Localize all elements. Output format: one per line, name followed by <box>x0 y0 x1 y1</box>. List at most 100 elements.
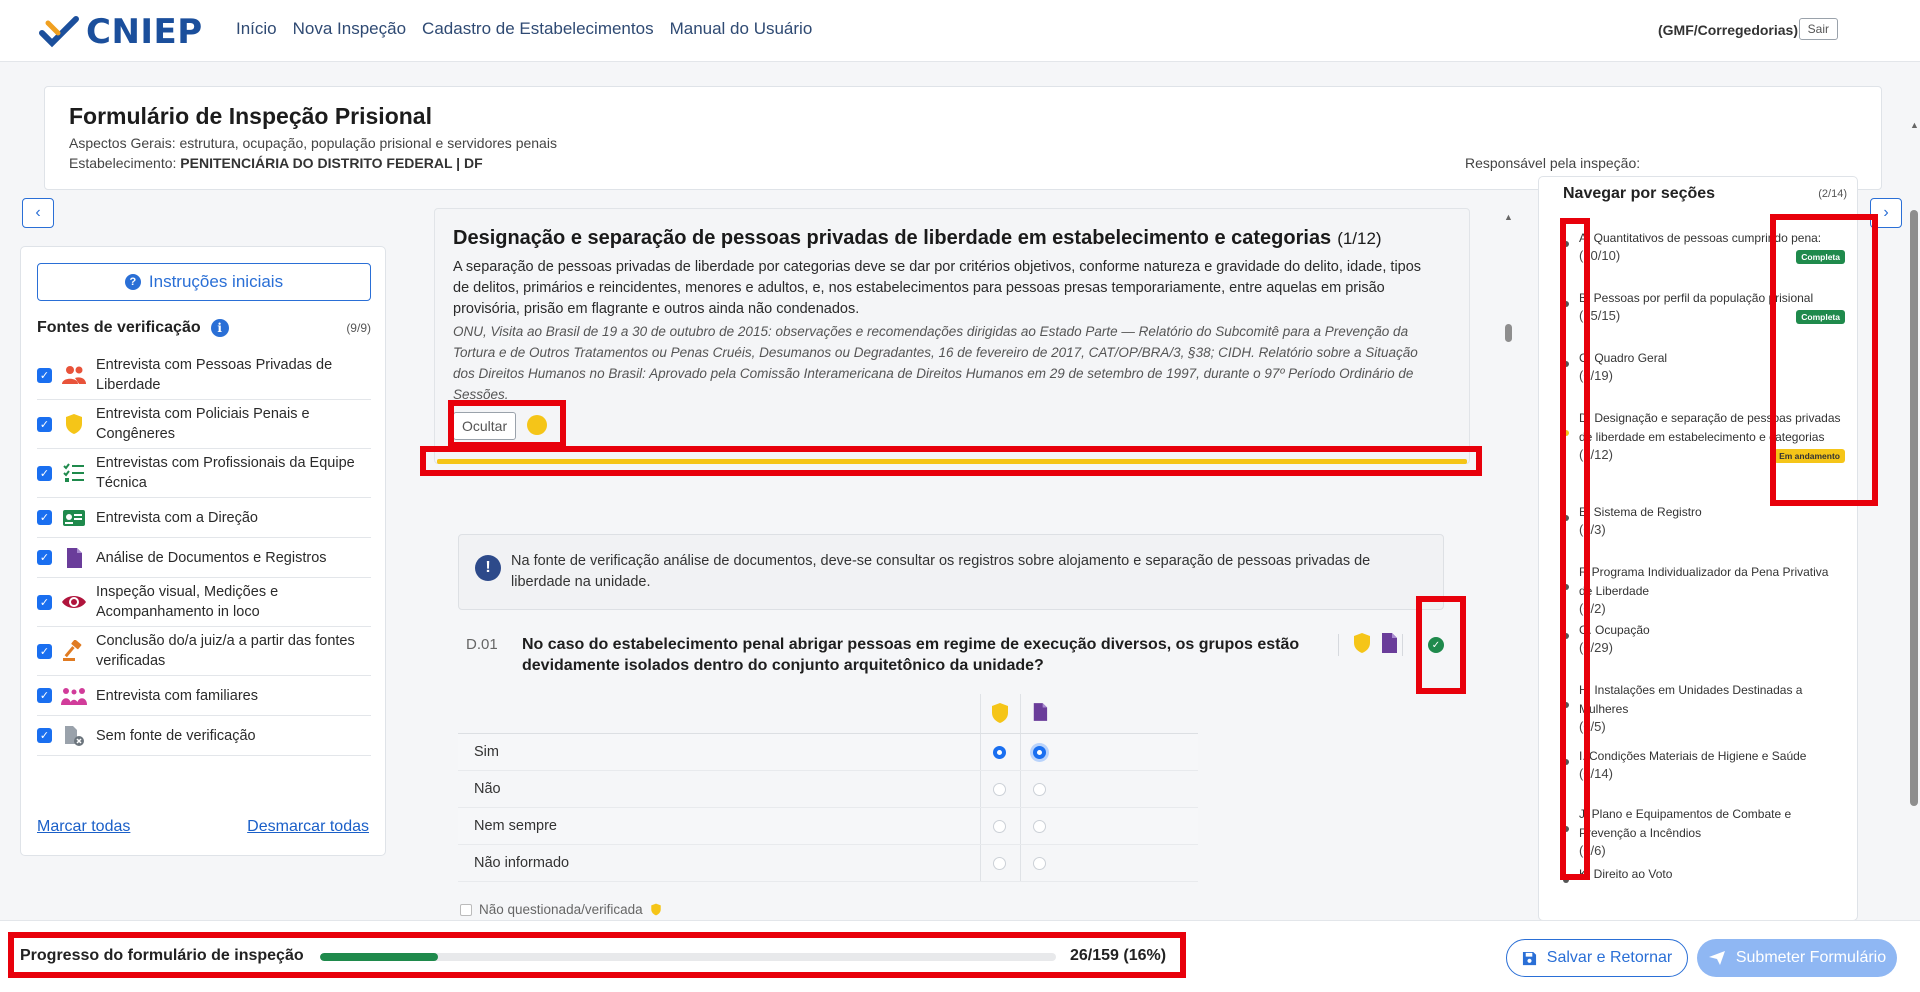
logo-check-icon <box>39 16 79 48</box>
section-nav-name: G. Ocupação <box>1579 623 1650 637</box>
page-title: Formulário de Inspeção Prisional <box>69 103 432 129</box>
source-item[interactable]: ✓ Entrevistas com Profissionais da Equip… <box>37 449 371 498</box>
not-questioned-option[interactable]: Não questionada/verificada <box>460 902 662 917</box>
source-item[interactable]: ✓ Entrevista com Policiais Penais e Cong… <box>37 400 371 449</box>
source-checkbox[interactable]: ✓ <box>37 416 52 432</box>
section-status-dot <box>1563 241 1569 247</box>
sources-list: ✓ Entrevista com Pessoas Privadas de Lib… <box>37 351 371 756</box>
select-all-link[interactable]: Marcar todas <box>37 818 130 836</box>
deselect-all-link[interactable]: Desmarcar todas <box>247 818 369 836</box>
main-nav: Início Nova Inspeção Cadastro de Estabel… <box>236 19 812 39</box>
section-status-dot <box>1563 361 1569 367</box>
responsible-label: Responsável pela inspeção: <box>1465 155 1641 171</box>
hide-button[interactable]: Ocultar <box>453 412 517 440</box>
source-item[interactable]: ✓ Entrevista com a Direção <box>37 498 371 538</box>
not-questioned-label: Não questionada/verificada <box>479 902 643 917</box>
page-scrollbar-thumb[interactable] <box>1910 210 1918 806</box>
section-nav-count: (0/29) <box>1579 640 1613 655</box>
sources-header: Fontes de verificação i (9/9) <box>37 319 371 337</box>
main-scrollbar-thumb[interactable] <box>1505 324 1512 342</box>
radio-shield-source[interactable] <box>993 820 1006 833</box>
section-nav-name: H. Instalações em Unidades Destinadas a … <box>1579 683 1803 716</box>
radio-shield-source[interactable] <box>993 783 1006 796</box>
save-label: Salvar e Retornar <box>1546 949 1673 966</box>
radio-shield-source[interactable] <box>993 857 1006 870</box>
source-checkbox[interactable]: ✓ <box>37 550 52 565</box>
prev-section-button[interactable]: ‹ <box>22 198 54 228</box>
source-checkbox[interactable]: ✓ <box>37 367 52 383</box>
not-questioned-checkbox[interactable] <box>460 903 472 916</box>
status-badge: Em andamento <box>1774 449 1845 463</box>
source-label: Entrevista com familiares <box>96 687 258 704</box>
save-return-button[interactable]: Salvar e Retornar <box>1506 939 1688 977</box>
section-nav-count: (0/2) <box>1579 601 1606 616</box>
section-title: Designação e separação de pessoas privad… <box>453 227 1382 250</box>
submit-form-button[interactable]: Submeter Formulário <box>1697 939 1897 977</box>
section-status-dot <box>1563 430 1569 436</box>
source-checkbox[interactable]: ✓ <box>37 594 52 610</box>
radio-document-source[interactable] <box>1033 783 1046 796</box>
section-nav-count: (0/19) <box>1579 368 1613 383</box>
section-nav-name: I. Condições Materiais de Higiene e Saúd… <box>1579 749 1807 763</box>
sections-nav-count: (2/14) <box>1818 188 1847 200</box>
divider <box>1338 634 1339 656</box>
answered-check-icon: ✓ <box>1428 637 1444 653</box>
shield-icon <box>650 903 661 916</box>
nav-nova-inspecao[interactable]: Nova Inspeção <box>293 19 406 39</box>
exclamation-icon: ! <box>475 555 501 581</box>
source-checkbox[interactable]: ✓ <box>37 643 52 659</box>
logout-button[interactable]: Sair <box>1798 18 1838 40</box>
radio-shield-source[interactable] <box>993 746 1006 759</box>
source-item[interactable]: ✓ Conclusão do/a juiz/a a partir das fon… <box>37 627 371 676</box>
source-label: Análise de Documentos e Registros <box>96 549 327 566</box>
gavel-icon <box>60 639 88 663</box>
source-item[interactable]: ✓ Inspeção visual, Medições e Acompanham… <box>37 578 371 627</box>
document-icon <box>60 546 88 570</box>
section-title-text: Designação e separação de pessoas privad… <box>453 227 1332 249</box>
answer-table-header <box>458 694 1198 734</box>
answer-label: Não <box>474 781 501 797</box>
source-checkbox[interactable]: ✓ <box>37 688 52 703</box>
question-text: No caso do estabelecimento penal abrigar… <box>522 636 1300 674</box>
status-badge: Completa <box>1796 310 1845 324</box>
scroll-up-arrow[interactable]: ▲ <box>1910 120 1919 130</box>
answer-label: Nem sempre <box>474 818 557 834</box>
sections-navigator: Navegar por seções (2/14) A. Quantitativ… <box>1538 176 1858 921</box>
progress-text: 26/159 (16%) <box>1070 947 1167 964</box>
scroll-up-arrow[interactable]: ▲ <box>1504 212 1513 222</box>
next-section-button[interactable]: › <box>1870 198 1902 228</box>
left-sidebar: ? Instruções iniciais Fontes de verifica… <box>20 246 386 856</box>
source-item[interactable]: ✓ Análise de Documentos e Registros <box>37 538 371 578</box>
source-checkbox[interactable]: ✓ <box>37 510 52 525</box>
nav-inicio[interactable]: Início <box>236 19 277 39</box>
question-circle-icon: ? <box>124 274 141 290</box>
section-nav-count: (15/15) <box>1579 308 1621 323</box>
section-nav-name: B. Pessoas por perfil da população prisi… <box>1579 291 1814 305</box>
document-icon <box>1033 703 1048 721</box>
source-item[interactable]: ✓ Sem fonte de verificação <box>37 716 371 756</box>
radio-document-source[interactable] <box>1033 746 1046 759</box>
establishment-label: Estabelecimento: <box>69 155 177 171</box>
nav-cadastro[interactable]: Cadastro de Estabelecimentos <box>422 19 654 39</box>
nav-manual[interactable]: Manual do Usuário <box>670 19 813 39</box>
source-checkbox[interactable]: ✓ <box>37 728 52 743</box>
section-nav-count: (10/10) <box>1579 248 1621 263</box>
section-status-dot <box>1563 702 1569 708</box>
source-item[interactable]: ✓ Entrevista com familiares <box>37 676 371 716</box>
instructions-button[interactable]: ? Instruções iniciais <box>37 263 371 301</box>
form-subtitle: Aspectos Gerais: estrutura, ocupação, po… <box>69 135 557 151</box>
progress-bar <box>320 953 1056 961</box>
section-progress-bar <box>437 459 1467 464</box>
radio-document-source[interactable] <box>1033 820 1046 833</box>
instructions-label: Instruções iniciais <box>148 272 284 291</box>
radio-document-source[interactable] <box>1033 857 1046 870</box>
source-item[interactable]: ✓ Entrevista com Pessoas Privadas de Lib… <box>37 351 371 400</box>
info-icon[interactable]: i <box>210 319 229 337</box>
save-icon <box>1522 951 1536 965</box>
id-card-icon <box>60 506 88 530</box>
source-checkbox[interactable]: ✓ <box>37 465 52 481</box>
section-status-dot <box>1563 826 1569 832</box>
cniep-logo[interactable]: CNIEP <box>38 12 203 52</box>
source-label: Entrevistas com Profissionais da Equipe … <box>96 455 355 491</box>
section-status-dot <box>1563 877 1569 883</box>
